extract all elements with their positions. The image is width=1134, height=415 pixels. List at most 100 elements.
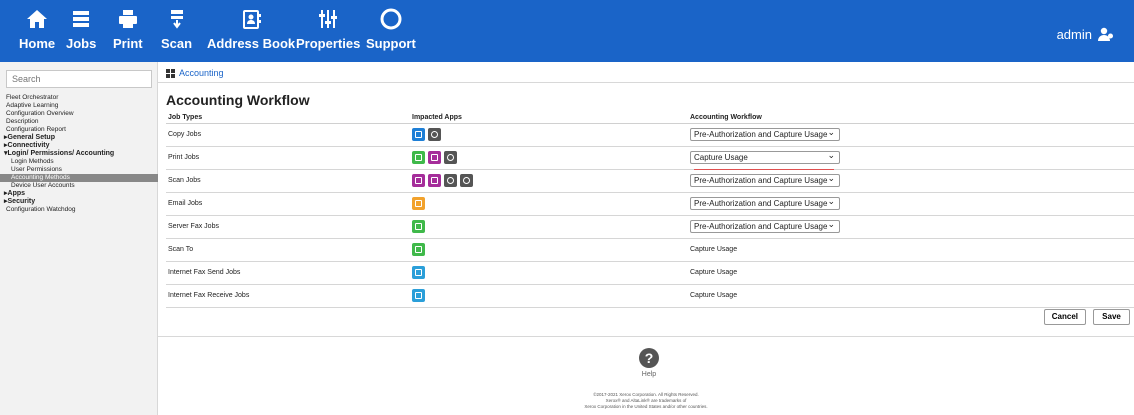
apps-grid-icon[interactable] (166, 68, 175, 78)
address-book-icon (243, 10, 262, 29)
column-header-accounting-workflow: Accounting Workflow (688, 112, 1134, 124)
user-name: admin (1056, 26, 1092, 42)
gear-icon[interactable] (444, 174, 457, 187)
sidebar-item-configuration-report[interactable]: Configuration Report (0, 126, 158, 134)
accounting-workflow-cell: Capture Usage (688, 284, 1134, 308)
accounting-workflow-select[interactable]: Pre-Authorization and Capture Usage (690, 173, 840, 187)
sidebar-item-device-user-accounts[interactable]: Device User Accounts (0, 182, 158, 190)
breadcrumb-accounting-link[interactable]: Accounting (179, 68, 224, 78)
sidebar-item-fleet-orchestrator[interactable]: Fleet Orchestrator (0, 94, 158, 102)
page-title: Accounting Workflow (166, 92, 310, 108)
nav-label: Scan (161, 36, 193, 51)
table-row: Internet Fax Send Jobs Capture Usage (166, 261, 1134, 285)
nav-print[interactable]: Print (113, 8, 143, 51)
nav-label: Address Book (207, 36, 296, 51)
nav-home[interactable]: Home (19, 8, 55, 51)
sidebar-item-description[interactable]: Description (0, 118, 158, 126)
nav-label: Jobs (66, 36, 97, 51)
user-menu[interactable]: admin (1057, 26, 1114, 42)
sidebar-item-security[interactable]: ▸Security (0, 198, 158, 206)
nav-label: Print (113, 36, 143, 51)
accounting-workflow-cell: Capture Usage (688, 238, 1134, 262)
support-icon (380, 8, 402, 30)
impacted-apps-cell (410, 123, 688, 147)
sidebar-item-configuration-overview[interactable]: Configuration Overview (0, 110, 158, 118)
nav-scan[interactable]: Scan (161, 8, 192, 51)
nav-address-book[interactable]: Address Book (207, 8, 295, 51)
job-type-cell: Internet Fax Receive Jobs (166, 284, 410, 308)
sidebar-item-connectivity[interactable]: ▸Connectivity (0, 142, 158, 150)
internet-fax-app-icon[interactable] (412, 266, 425, 279)
table-row: Copy Jobs Pre-Authorization and Capture U… (166, 123, 1134, 147)
help-label: Help (641, 371, 657, 378)
impacted-apps-cell (410, 238, 688, 262)
footer-divider (158, 336, 1134, 337)
cancel-button[interactable]: Cancel (1043, 309, 1086, 325)
job-type-cell: Copy Jobs (166, 123, 410, 147)
accounting-workflow-select[interactable]: Pre-Authorization and Capture Usage (690, 196, 840, 210)
job-type-cell: Scan To (166, 238, 410, 262)
column-header-job-types: Job Types (166, 112, 410, 124)
gear-icon[interactable] (428, 128, 441, 141)
copyright-text: ©2017-2021 Xerox Corporation. All Rights… (593, 392, 699, 397)
breadcrumb: Accounting (166, 68, 224, 78)
sidebar-item-accounting-methods[interactable]: Accounting Methods (0, 174, 158, 182)
impacted-apps-cell (410, 261, 688, 285)
internet-fax-app-icon[interactable] (412, 289, 425, 302)
sidebar-item-adaptive-learning[interactable]: Adaptive Learning (0, 102, 158, 110)
sidebar-item-configuration-watchdog[interactable]: Configuration Watchdog (0, 206, 158, 214)
home-icon (27, 10, 48, 28)
scan-to-app-icon[interactable] (412, 243, 425, 256)
sidebar-item-login-methods[interactable]: Login Methods (0, 158, 158, 166)
top-navigation-bar: Home Jobs Print Scan Address Book Properties S… (0, 0, 1134, 62)
accounting-workflow-select[interactable]: Capture Usage (690, 150, 840, 164)
accounting-workflow-cell: Capture Usage (688, 261, 1134, 285)
print-usb-app-icon[interactable] (428, 151, 441, 164)
server-fax-app-icon[interactable] (412, 220, 425, 233)
job-type-cell: Email Jobs (166, 192, 410, 216)
accounting-workflow-select[interactable]: Pre-Authorization and Capture Usage (690, 219, 840, 233)
search-input[interactable] (6, 70, 152, 88)
email-app-icon[interactable] (412, 197, 425, 210)
gear-icon[interactable] (444, 151, 457, 164)
help-icon: ? (639, 348, 659, 368)
nav-label: Home (19, 36, 56, 51)
sidebar-item-general-setup[interactable]: ▸General Setup (0, 134, 158, 142)
accounting-workflow-select[interactable]: Pre-Authorization and Capture Usage (690, 127, 840, 141)
accounting-workflow-cell: Pre-Authorization and Capture Usage (688, 123, 1134, 147)
table-row: Scan Jobs Pre-Authorization and Capture U… (166, 169, 1134, 193)
impacted-apps-cell (410, 169, 688, 193)
scan-usb-app-icon[interactable] (428, 174, 441, 187)
impacted-apps-cell (410, 192, 688, 216)
print-app-icon[interactable] (412, 151, 425, 164)
copyright-text: Xerox® and AltaLink® are trademarks of (605, 398, 687, 403)
help-link[interactable]: ? Help (639, 348, 659, 378)
nav-jobs[interactable]: Jobs (66, 8, 96, 51)
impacted-apps-cell (410, 215, 688, 239)
validation-underline (694, 169, 834, 170)
sidebar-item-login-permissions-accounting[interactable]: ▾Login/ Permissions/ Accounting (0, 150, 158, 158)
user-icon (1098, 27, 1113, 41)
nav-label: Support (366, 36, 416, 51)
job-type-cell: Internet Fax Send Jobs (166, 261, 410, 285)
table-row: Print Jobs Capture Usage (166, 146, 1134, 170)
column-header-impacted-apps: Impacted Apps (410, 112, 688, 124)
jobs-icon (73, 11, 90, 27)
gear-icon[interactable] (460, 174, 473, 187)
copy-app-icon[interactable] (412, 128, 425, 141)
copyright-text: Xerox Corporation in the United States a… (584, 404, 708, 409)
accounting-workflow-cell: Capture Usage (688, 146, 1134, 170)
sidebar-item-apps[interactable]: ▸Apps (0, 190, 158, 198)
divider (158, 82, 1134, 83)
accounting-workflow-cell: Pre-Authorization and Capture Usage (688, 215, 1134, 239)
sidebar-item-user-permissions[interactable]: User Permissions (0, 166, 158, 174)
table-row: Internet Fax Receive Jobs Capture Usage (166, 284, 1134, 308)
scan-app-icon[interactable] (412, 174, 425, 187)
nav-support[interactable]: Support (366, 8, 416, 51)
save-button[interactable]: Save (1093, 309, 1130, 325)
sidebar: Fleet OrchestratorAdaptive LearningConfi… (0, 62, 158, 415)
table-row: Scan To Capture Usage (166, 238, 1134, 262)
accounting-workflow-cell: Pre-Authorization and Capture Usage (688, 169, 1134, 193)
form-actions: Cancel Save (1043, 309, 1130, 325)
nav-properties[interactable]: Properties (296, 8, 360, 51)
